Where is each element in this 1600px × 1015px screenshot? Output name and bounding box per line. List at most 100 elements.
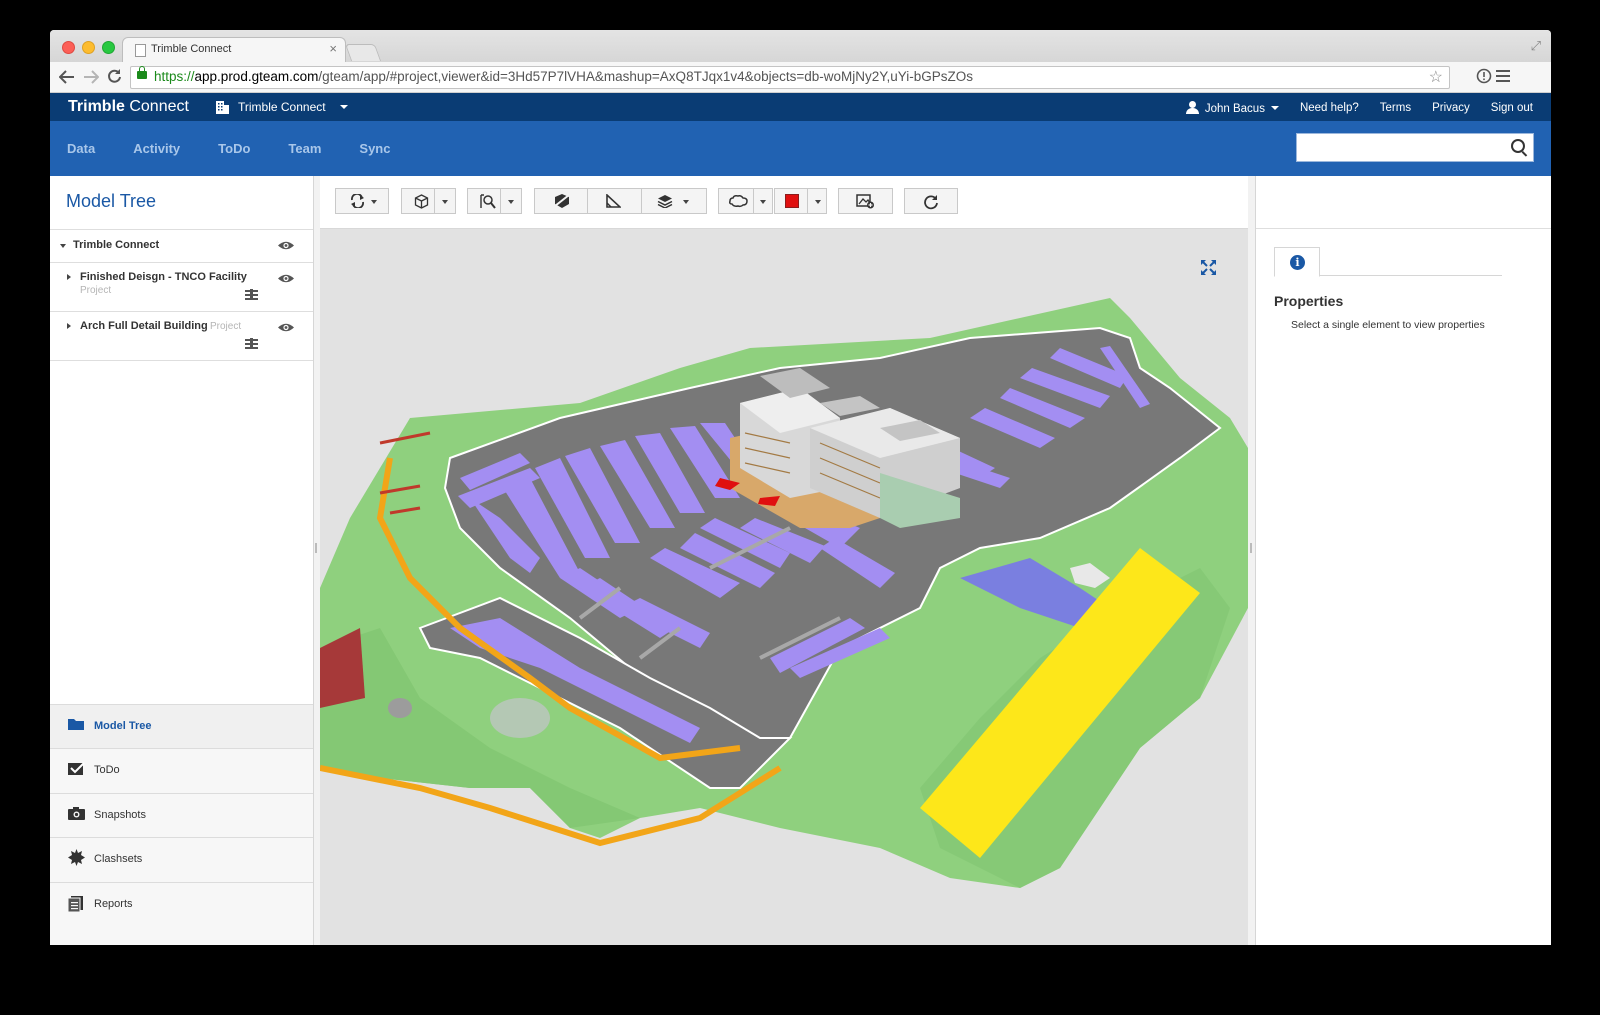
reset-view-button[interactable]	[904, 188, 958, 214]
main-nav: Data Activity ToDo Team Sync	[50, 121, 1551, 176]
bottom-nav-model-tree[interactable]: Model Tree	[50, 704, 313, 749]
button-divider	[500, 189, 501, 213]
chevron-down-icon	[339, 105, 348, 109]
lock-icon	[137, 66, 147, 79]
building-icon	[216, 101, 229, 114]
chevron-down-icon	[371, 200, 377, 204]
nav-sync[interactable]: Sync	[359, 141, 390, 156]
snapshot-icon	[856, 194, 874, 209]
section-icon[interactable]	[553, 193, 571, 209]
nav-team[interactable]: Team	[288, 141, 321, 156]
refresh-icon	[924, 195, 938, 210]
zoom-window-button[interactable]	[102, 41, 115, 54]
nav-todo[interactable]: ToDo	[218, 141, 250, 156]
sign-out-link[interactable]: Sign out	[1491, 102, 1533, 114]
privacy-link[interactable]: Privacy	[1432, 102, 1470, 114]
chevron-down-icon	[508, 200, 514, 204]
left-panel: Model Tree Trimble Connect Finished Deis…	[50, 176, 314, 945]
bottom-nav-clashsets[interactable]: Clashsets	[50, 837, 313, 882]
window-controls	[62, 41, 115, 54]
nav-data[interactable]: Data	[67, 141, 95, 156]
circle-feature	[490, 698, 550, 738]
forward-icon[interactable]	[83, 70, 99, 84]
cube-view-icon	[414, 194, 429, 209]
rotate-mode-button[interactable]	[335, 188, 389, 214]
app-header: Trimble Connect Trimble Connect John Bac…	[50, 93, 1551, 121]
minimize-window-button[interactable]	[82, 41, 95, 54]
layers-icon[interactable]	[657, 194, 673, 208]
expand-right-icon[interactable]	[67, 274, 71, 280]
zoom-select-icon	[480, 194, 496, 209]
markup-cloud-button[interactable]	[718, 188, 773, 214]
bottom-nav-label: Reports	[94, 898, 133, 910]
snapshot-button[interactable]	[838, 188, 893, 214]
eye-icon[interactable]	[277, 273, 295, 284]
reload-icon[interactable]	[107, 69, 122, 84]
bottom-nav-reports[interactable]: Reports	[50, 882, 313, 945]
3d-viewer[interactable]	[320, 176, 1248, 945]
bottom-nav-todo[interactable]: ToDo	[50, 748, 313, 793]
search-input[interactable]	[1296, 133, 1534, 162]
eye-icon[interactable]	[277, 322, 295, 333]
browser-toolbar: https://app.prod.gteam.com/gteam/app/#pr…	[50, 62, 1551, 93]
close-window-button[interactable]	[62, 41, 75, 54]
measure-icon[interactable]	[605, 194, 621, 209]
color-picker-button[interactable]	[774, 188, 827, 214]
folder-icon	[68, 719, 84, 730]
project-selector[interactable]: Trimble Connect	[215, 100, 348, 114]
view-cube-button[interactable]	[401, 188, 456, 214]
tree-item-label: Arch Full Detail Building	[80, 320, 208, 332]
tab-info[interactable]: i	[1274, 247, 1320, 277]
model-layers-icon[interactable]	[245, 289, 258, 300]
need-help-link[interactable]: Need help?	[1300, 102, 1359, 114]
user-menu[interactable]: John Bacus	[1185, 101, 1279, 115]
zoom-select-button[interactable]	[467, 188, 522, 214]
site-model-render[interactable]	[320, 228, 1248, 945]
browser-tab[interactable]: Trimble Connect ×	[122, 37, 346, 63]
new-tab-button[interactable]	[344, 44, 382, 61]
divider	[1256, 228, 1551, 229]
terms-link[interactable]: Terms	[1380, 102, 1411, 114]
nav-activity[interactable]: Activity	[133, 141, 180, 156]
bottom-nav-label: Model Tree	[94, 720, 152, 732]
button-divider	[434, 189, 435, 213]
brand-bold: Trimble	[68, 98, 125, 115]
brand-logo[interactable]: Trimble Connect	[68, 98, 189, 116]
rotate-icon	[351, 194, 364, 208]
chevron-down-icon	[815, 200, 821, 204]
fullscreen-icon[interactable]: ⤢	[1531, 38, 1541, 54]
bottom-nav-label: Clashsets	[94, 853, 143, 865]
eye-icon[interactable]	[277, 240, 295, 251]
bottom-nav-label: Snapshots	[94, 809, 146, 821]
user-icon	[1185, 101, 1199, 114]
info-circle-icon[interactable]	[1476, 68, 1492, 84]
bottom-nav-snapshots[interactable]: Snapshots	[50, 793, 313, 838]
tree-root[interactable]: Trimble Connect	[50, 230, 313, 262]
project-selector-label: Trimble Connect	[238, 100, 326, 114]
url-scheme: https://	[154, 69, 195, 84]
bottom-nav-label: ToDo	[94, 764, 120, 776]
report-icon	[68, 896, 83, 912]
button-divider	[587, 189, 588, 213]
tree-item[interactable]: Finished Deisgn - TNCO Facility Project	[50, 263, 313, 311]
expand-down-icon[interactable]	[60, 244, 66, 248]
search-icon[interactable]	[1511, 139, 1525, 153]
tree-item-type: Project	[80, 285, 112, 296]
expand-right-icon[interactable]	[67, 323, 71, 329]
model-layers-icon[interactable]	[245, 338, 258, 349]
camera-icon	[68, 807, 85, 820]
back-icon[interactable]	[59, 70, 75, 84]
address-bar[interactable]: https://app.prod.gteam.com/gteam/app/#pr…	[130, 66, 1450, 89]
chevron-down-icon	[442, 200, 448, 204]
left-splitter-handle[interactable]	[315, 543, 317, 553]
right-panel: i Properties Select a single element to …	[1255, 176, 1551, 945]
right-splitter-handle[interactable]	[1250, 543, 1252, 553]
info-icon: i	[1290, 255, 1305, 270]
menu-icon[interactable]	[1496, 70, 1510, 82]
divider	[50, 360, 313, 361]
properties-hint: Select a single element to view properti…	[1291, 319, 1485, 331]
close-tab-icon[interactable]: ×	[329, 41, 337, 56]
tree-item[interactable]: Arch Full Detail Building Project	[50, 312, 313, 360]
bookmark-star-icon[interactable]: ☆	[1429, 67, 1443, 87]
button-divider	[753, 189, 754, 213]
